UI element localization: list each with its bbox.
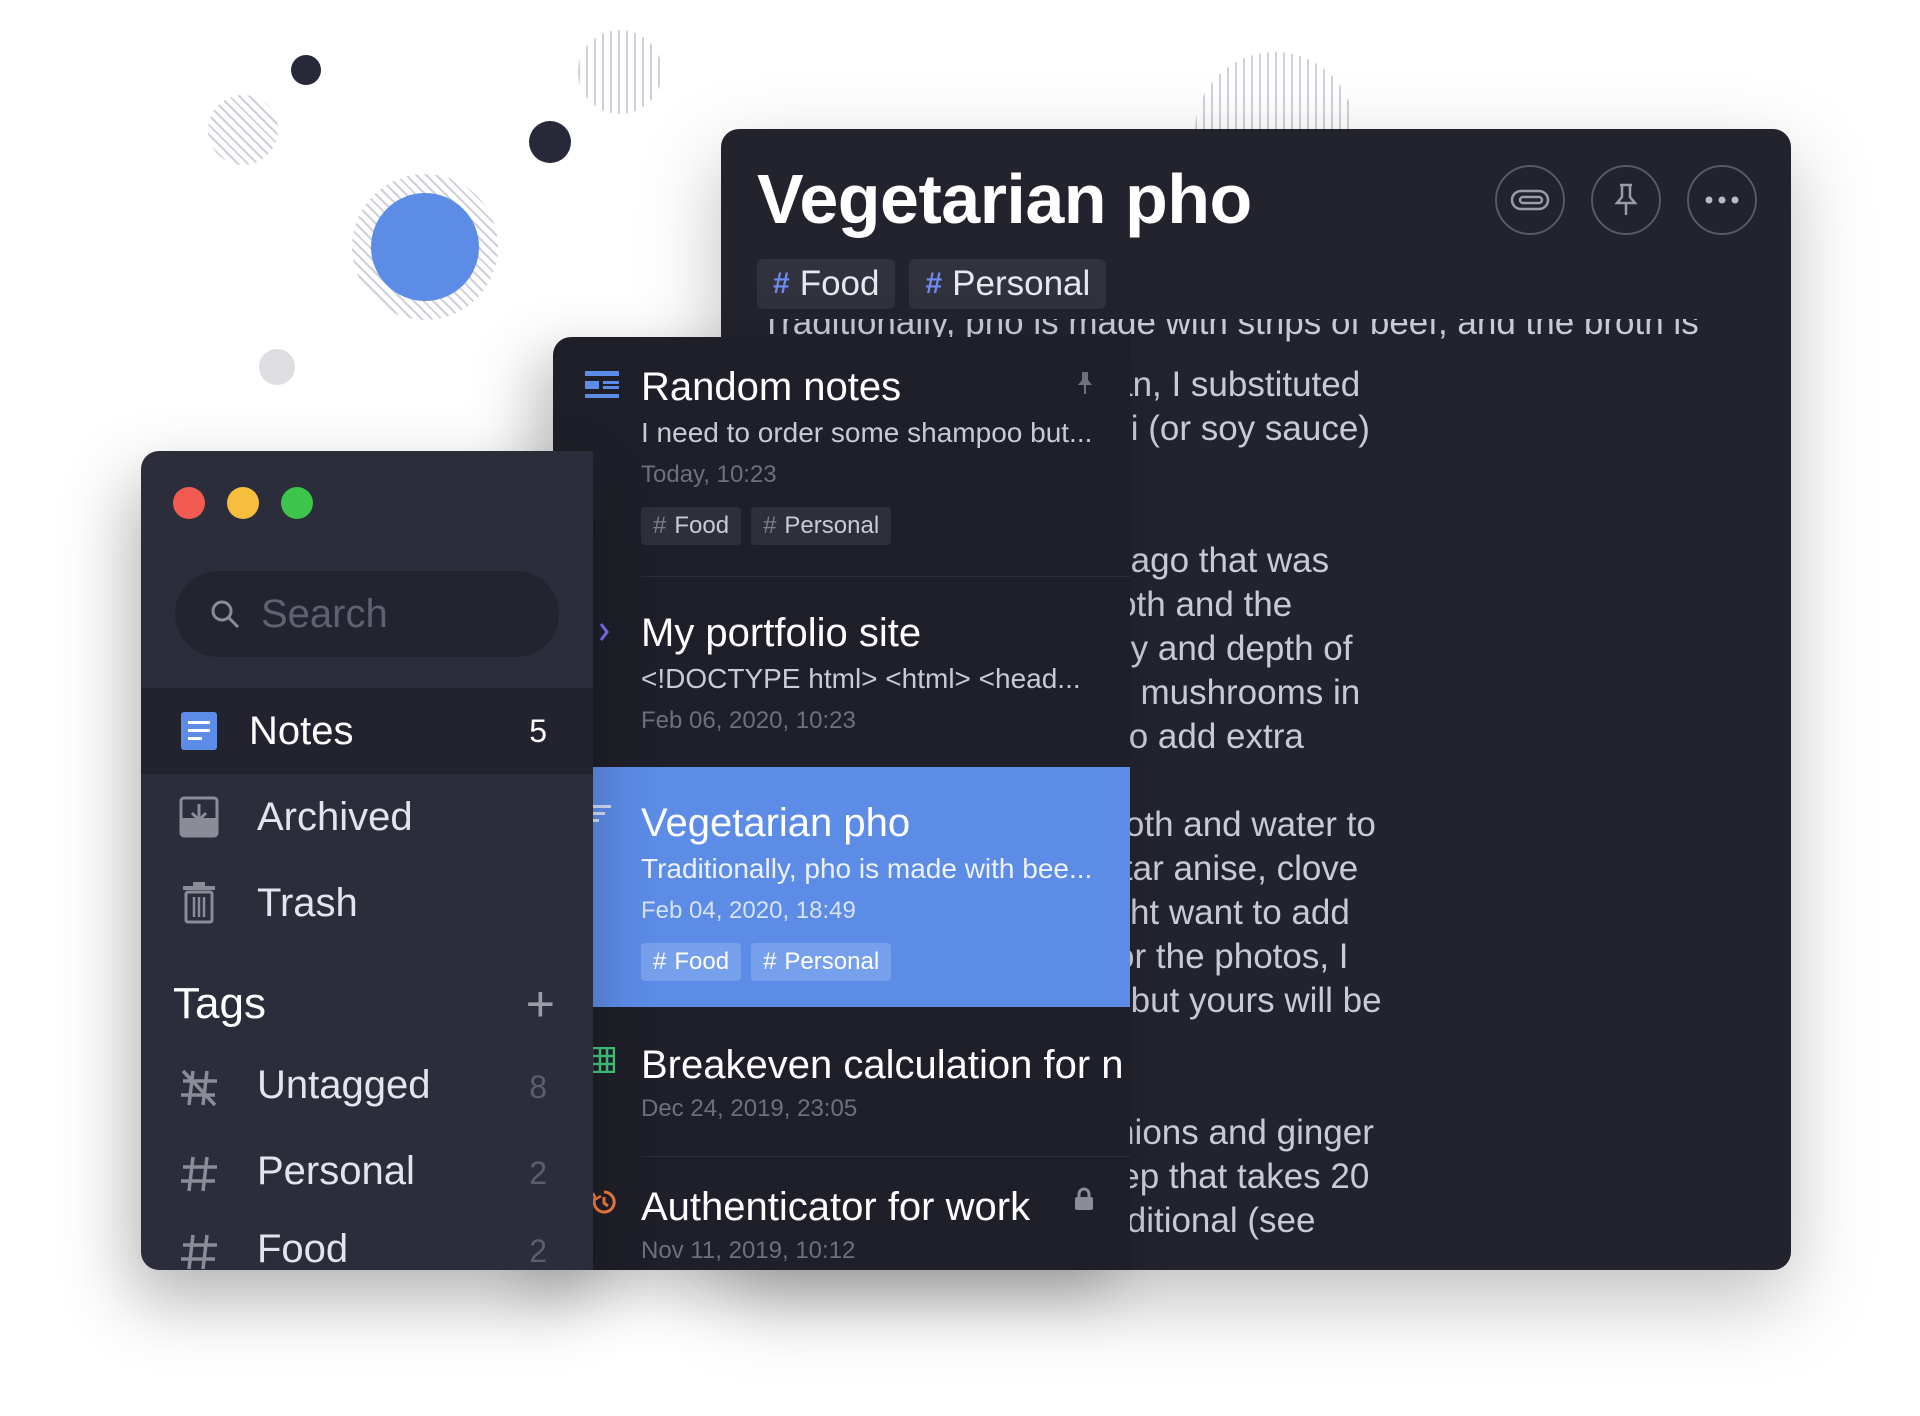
pin-button[interactable] xyxy=(1591,165,1661,235)
hash-icon: # xyxy=(925,267,943,300)
note-item-date: Dec 24, 2019, 23:05 xyxy=(641,1095,858,1122)
notes-icon xyxy=(181,712,217,750)
note-item-preview: I need to order some shampoo but... xyxy=(641,417,1091,448)
sidebar-item-label: Trash xyxy=(257,880,358,925)
editor-tag-food[interactable]: # Food xyxy=(757,259,896,309)
minimize-window-button[interactable] xyxy=(227,487,259,519)
decor-hatch xyxy=(208,95,278,165)
note-list: Random notes I need to order some shampo… xyxy=(553,337,1130,1270)
sidebar-item-label: Archived xyxy=(257,794,413,839)
maximize-window-button[interactable] xyxy=(281,487,313,519)
sidebar-tag-food[interactable]: Food 2 xyxy=(141,1219,593,1270)
note-item-date: Feb 04, 2020, 18:49 xyxy=(641,897,856,924)
note-item-date: Today, 10:23 xyxy=(641,461,777,488)
sidebar-tag-label: Personal xyxy=(257,1149,415,1193)
sidebar-item-archived[interactable]: Archived xyxy=(141,774,593,860)
tag-chip: # Personal xyxy=(751,507,892,545)
sidebar: Notes 5 Archived Trash Tags + Untagged 8… xyxy=(141,451,593,1270)
hash-icon xyxy=(181,1234,217,1270)
sidebar-tag-label: Untagged xyxy=(257,1063,431,1107)
editor-tag-list: # Food # Personal xyxy=(757,259,1107,309)
hash-icon: # xyxy=(773,267,790,300)
rich-text-icon xyxy=(585,371,619,398)
hash-icon xyxy=(181,1156,217,1192)
paperclip-icon xyxy=(1510,189,1550,211)
note-item-date: Nov 11, 2019, 10:12 xyxy=(641,1237,856,1264)
pin-icon xyxy=(1078,372,1092,394)
sidebar-item-notes[interactable]: Notes 5 xyxy=(141,688,593,774)
pin-icon xyxy=(1614,183,1638,215)
sidebar-tag-personal[interactable]: Personal 2 xyxy=(141,1141,593,1211)
attachment-button[interactable] xyxy=(1495,165,1565,235)
sidebar-item-trash[interactable]: Trash xyxy=(141,860,593,946)
decor-dot xyxy=(259,349,295,385)
sidebar-tag-count: 2 xyxy=(529,1233,547,1269)
archive-icon xyxy=(179,796,219,838)
spreadsheet-icon xyxy=(591,1047,615,1073)
untagged-icon xyxy=(181,1069,217,1107)
search-input[interactable] xyxy=(261,591,541,637)
more-options-button[interactable] xyxy=(1687,165,1757,235)
lock-icon xyxy=(1075,1187,1093,1210)
note-item-tags: # Food # Personal xyxy=(641,507,892,545)
decor-stripes xyxy=(578,30,662,114)
sidebar-item-label: Notes xyxy=(249,708,354,753)
note-item-active[interactable]: Vegetarian pho Traditionally, pho is mad… xyxy=(553,767,1130,1007)
tag-chip: # Personal xyxy=(751,943,892,981)
note-item[interactable]: Random notes I need to order some shampo… xyxy=(553,337,1130,577)
note-item-date: Feb 06, 2020, 10:23 xyxy=(641,707,856,734)
decor-circle xyxy=(371,193,479,301)
sidebar-tag-count: 8 xyxy=(529,1069,547,1105)
add-tag-button[interactable]: + xyxy=(526,979,555,1029)
decor-dot xyxy=(291,55,321,85)
note-item-tags: # Food # Personal xyxy=(641,943,892,981)
close-window-button[interactable] xyxy=(173,487,205,519)
decor-dot xyxy=(529,121,571,163)
note-item-title: My portfolio site xyxy=(641,611,922,655)
note-item-preview: Traditionally, pho is made with bee... xyxy=(641,853,1091,884)
ellipsis-icon xyxy=(1705,196,1739,204)
note-item-title: Authenticator for work xyxy=(641,1185,1031,1229)
sidebar-tag-untagged[interactable]: Untagged 8 xyxy=(141,1055,593,1125)
sidebar-item-count: 5 xyxy=(529,712,547,749)
note-title[interactable]: Vegetarian pho xyxy=(757,159,1252,239)
search-bar xyxy=(175,571,559,657)
editor-actions xyxy=(1495,165,1757,235)
note-item-title: Vegetarian pho xyxy=(641,801,911,845)
tag-chip: # Food xyxy=(641,507,742,545)
note-item-preview: <!DOCTYPE html> <html> <head... xyxy=(641,663,1081,694)
tag-chip: # Food xyxy=(641,943,742,981)
sidebar-tag-label: Food xyxy=(257,1227,349,1270)
editor-tag-personal[interactable]: # Personal xyxy=(909,259,1107,309)
note-item[interactable]: Breakeven calculation for n Dec 24, 2019… xyxy=(553,1007,1130,1157)
trash-icon xyxy=(183,882,215,924)
sidebar-tag-count: 2 xyxy=(529,1155,547,1191)
note-item[interactable]: Authenticator for work Nov 11, 2019, 10:… xyxy=(553,1157,1130,1270)
note-item-title: Random notes xyxy=(641,365,902,409)
search-icon xyxy=(211,600,240,629)
note-item-title: Breakeven calculation for n xyxy=(641,1043,1124,1087)
authenticator-icon xyxy=(591,1190,616,1214)
note-item[interactable]: My portfolio site <!DOCTYPE html> <html>… xyxy=(553,577,1130,767)
tags-heading: Tags xyxy=(173,979,266,1028)
